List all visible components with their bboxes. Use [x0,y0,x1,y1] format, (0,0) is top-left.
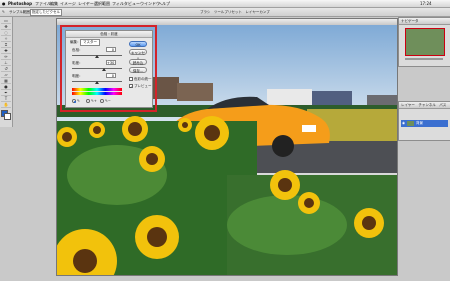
toolbox: ▭ ✥ ◌ ✧ ⌗ ✚ ✏ ⊥ ↺ ▱ ▦ ● ✒ T ✋ [0,17,13,127]
hue-slider-knob[interactable] [95,55,99,58]
color-bar-top [72,88,122,91]
options-bar: ✎ サンプル範囲： 指定したピクセル ブラシ ツールプリセット レイヤーカンプ [0,8,450,17]
background-color-swatch[interactable] [4,113,11,120]
sunflower [354,208,384,238]
sunflower [178,118,192,132]
saturation-label: 彩度： [72,61,83,65]
menu-edit[interactable]: 編集 [50,0,58,7]
leaf-cluster [227,195,347,255]
hue-label: 色相： [72,48,83,52]
menu-view[interactable]: ビュー [128,0,140,7]
eyedropper-minus-radio[interactable] [100,99,104,103]
saturation-field[interactable]: +30 [106,60,116,65]
license-plate [302,125,316,132]
eyedropper-minus-icon: ✎− [105,99,111,103]
sunflower [298,192,320,214]
cancel-button[interactable]: キャンセル [129,49,147,61]
menu-image[interactable]: イメージ [60,0,76,7]
clock: 17:24 [420,1,432,6]
menu-bar: ● Photoshop ファイル 編集 イメージ レイヤー 選択範囲 フィルタ … [0,0,450,8]
menu-layer[interactable]: レイヤー [78,0,94,7]
eye-icon[interactable]: ◉ [402,121,405,125]
sunflower [89,122,105,138]
saturation-slider-knob[interactable] [102,68,106,71]
house [267,89,312,107]
eyedropper-icon[interactable]: ✎ [2,8,5,16]
layer-thumbnail [407,121,414,126]
hue-field[interactable]: 0 [106,47,116,52]
hue-saturation-dialog: 色相・彩度 編集： マスター 色相： 0 彩度： +30 明度： 0 OK キャ… [65,30,153,108]
preview-label: プレビュー [134,84,152,88]
colorize-checkbox[interactable] [129,77,133,81]
layer-name: 背景 [416,121,423,125]
layer-row[interactable]: ◉ 背景 [401,120,448,127]
load-button[interactable]: 読み込み... [129,59,147,71]
sunflower [195,116,229,150]
colorize-label: 色彩の統一 [134,77,152,81]
edit-select[interactable]: マスター [80,39,100,46]
lightness-label: 明度： [72,74,83,78]
color-bar-bottom [72,92,122,95]
house [177,83,213,101]
sunflower [270,170,300,200]
sunflower [139,146,165,172]
preview-checkbox[interactable]: ✓ [129,84,133,89]
car-wheel [272,135,294,157]
saturation-slider[interactable] [72,68,122,69]
menu-file[interactable]: ファイル [35,0,51,7]
eyedropper-plus-radio[interactable] [86,99,90,103]
apple-icon[interactable]: ● [2,0,6,7]
menu-filter[interactable]: フィルタ [112,0,128,7]
navigator-panel-title[interactable]: ナビゲータ [399,18,450,25]
eyedropper-plus-icon: ✎+ [91,99,97,103]
dialog-title: 色相・彩度 [66,31,152,38]
save-button[interactable]: 保存... [129,67,147,73]
eyedropper-radio[interactable] [72,99,76,103]
menu-help[interactable]: ヘルプ [158,0,170,7]
menu-select[interactable]: 選択範囲 [94,0,110,7]
menu-window[interactable]: ウインドウ [140,0,160,7]
hand-tool-icon[interactable]: ✋ [1,102,11,108]
navigator-panel: ナビゲータ [398,17,450,67]
navigator-thumbnail[interactable] [405,28,445,56]
layers-panel-title[interactable]: レイヤー チャンネル パス [399,102,450,109]
eyedropper-icon: ✎ [77,99,80,103]
layers-panel: レイヤー チャンネル パス ◉ 背景 [398,101,450,141]
sunflower [135,215,179,259]
ok-button[interactable]: OK [129,41,147,47]
edit-label: 編集： [70,40,81,44]
zoom-slider[interactable] [405,58,443,60]
app-menu[interactable]: Photoshop [8,0,32,7]
palette-well-tabs[interactable]: ブラシ ツールプリセット レイヤーカンプ [200,8,270,16]
house [312,91,352,107]
sample-size-select[interactable]: 指定したピクセル [30,9,62,16]
sunflower [57,127,77,147]
lightness-slider-knob[interactable] [95,81,99,84]
sunflower [122,116,148,142]
lightness-field[interactable]: 0 [106,73,116,78]
